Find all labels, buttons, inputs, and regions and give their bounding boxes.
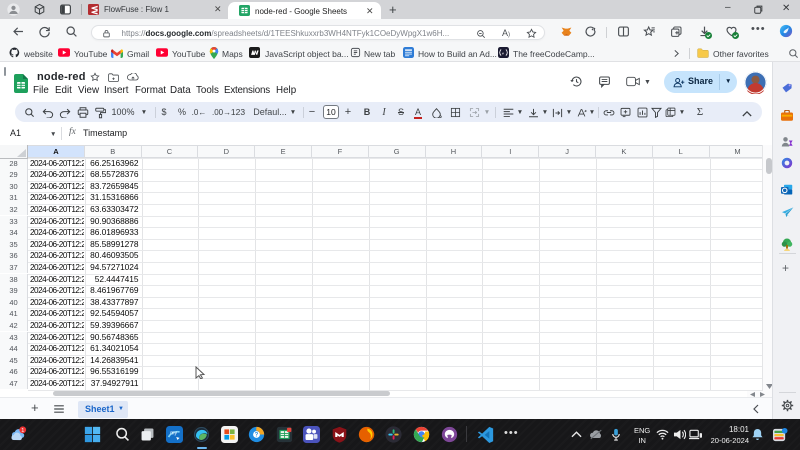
svg-text:my: my [170,431,177,437]
svg-text:?: ? [255,433,259,439]
svg-text:1: 1 [21,428,24,434]
